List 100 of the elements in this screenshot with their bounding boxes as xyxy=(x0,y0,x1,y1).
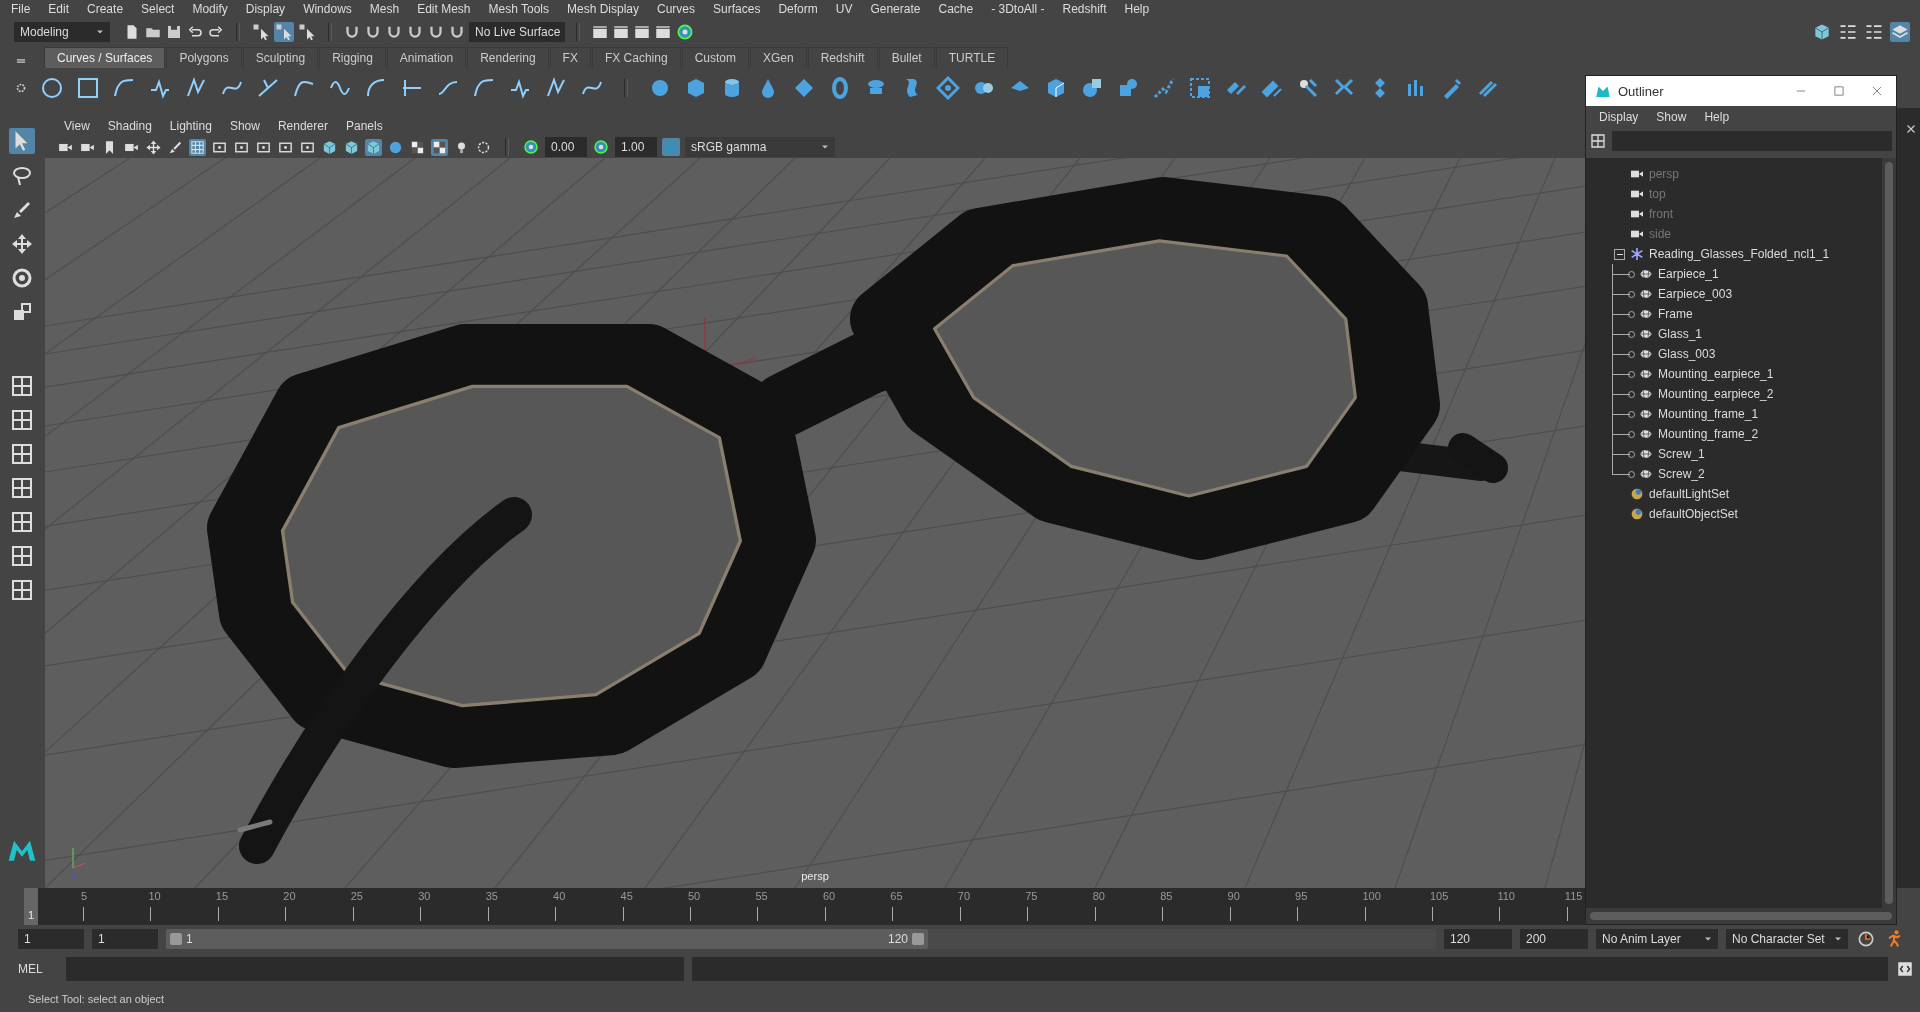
shelf-tab[interactable]: FX xyxy=(549,47,591,68)
menu-item[interactable]: Select xyxy=(132,1,184,16)
curve-icon[interactable] xyxy=(256,76,280,100)
menu-item[interactable]: Edit Mesh xyxy=(408,1,480,16)
menu-item[interactable]: Deform xyxy=(769,1,827,16)
playback-end-field[interactable]: 120 xyxy=(1444,928,1512,949)
menu-item[interactable]: Curves xyxy=(648,1,705,16)
shelf-tab[interactable]: FX Caching xyxy=(591,47,681,68)
shelf-tab[interactable]: Rigging xyxy=(319,47,386,68)
character-set-dropdown[interactable]: No Character Set xyxy=(1726,928,1848,949)
lasso-icon[interactable] xyxy=(10,164,34,188)
outliner-item[interactable]: Glass_1 xyxy=(1658,327,1703,341)
current-frame-marker[interactable]: 1 xyxy=(24,888,38,925)
shelf-tab[interactable]: Curves / Surfaces xyxy=(44,47,166,68)
shelf-tab[interactable]: TURTLE xyxy=(935,47,1009,68)
range-slider-fill[interactable] xyxy=(166,928,928,949)
outliner-item[interactable]: Mounting_earpiece_1 xyxy=(1658,367,1774,381)
outliner-item[interactable]: Earpiece_003 xyxy=(1658,287,1733,301)
command-language-label[interactable]: MEL xyxy=(18,962,58,976)
expand-toggle[interactable] xyxy=(1614,248,1625,260)
menu-item[interactable]: - 3DtoAll - xyxy=(982,1,1054,16)
layout-icon[interactable] xyxy=(10,374,34,398)
range-slider-track[interactable]: 1 120 xyxy=(166,928,1436,949)
layout-icon[interactable] xyxy=(10,510,34,534)
horizontal-scrollbar[interactable] xyxy=(1586,908,1896,924)
cube-icon[interactable] xyxy=(365,138,382,156)
layout-icon[interactable] xyxy=(10,578,34,602)
outliner-item[interactable]: Screw_2 xyxy=(1658,467,1705,481)
cube-icon[interactable] xyxy=(343,138,360,156)
menu-item[interactable]: Surfaces xyxy=(704,1,770,16)
outliner-item[interactable]: Glass_003 xyxy=(1658,347,1716,361)
menu-item[interactable]: Show xyxy=(1647,110,1696,124)
color-space-dropdown[interactable]: sRGB gamma xyxy=(685,137,835,157)
menu-item[interactable]: Help xyxy=(1115,1,1159,16)
menu-item[interactable]: Mesh Tools xyxy=(479,1,558,16)
shelf-tab[interactable]: Bullet xyxy=(878,47,935,68)
layout-icon[interactable] xyxy=(10,544,34,568)
outliner-item[interactable]: Reading_Glasses_Folded_ncl1_1 xyxy=(1649,247,1830,261)
menu-item[interactable]: Mesh Display xyxy=(558,1,649,16)
outliner-item[interactable]: Mounting_frame_2 xyxy=(1658,427,1759,441)
panel-menu[interactable]: Lighting xyxy=(160,119,221,133)
shelf-tab[interactable]: Animation xyxy=(386,47,467,68)
cube-icon[interactable] xyxy=(321,138,338,156)
panel-menu[interactable]: Renderer xyxy=(268,119,337,133)
shelf-tab[interactable]: Sculpting xyxy=(242,47,319,68)
shelf-tab[interactable]: Rendering xyxy=(467,47,549,68)
outliner-item[interactable]: Earpiece_1 xyxy=(1658,267,1719,281)
outliner-item[interactable]: defaultLightSet xyxy=(1649,487,1730,501)
menu-item[interactable]: Cache xyxy=(929,1,983,16)
layout-icon[interactable] xyxy=(10,476,34,500)
menu-item[interactable]: UV xyxy=(826,1,862,16)
panel-menu[interactable]: View xyxy=(55,119,99,133)
menu-item[interactable]: Edit xyxy=(39,1,79,16)
panel-menu[interactable]: Show xyxy=(220,119,269,133)
outliner-item[interactable]: Frame xyxy=(1658,307,1693,321)
time-ruler[interactable]: 1 5 10 15 20 25 30 35 40 45 50 55 60 65 70 75 80 85 90 95 100 105 110 115 xyxy=(24,888,1586,925)
vertical-scrollbar[interactable] xyxy=(1882,158,1896,908)
diamond-icon[interactable] xyxy=(936,76,960,100)
move-icon[interactable] xyxy=(10,232,34,256)
shelf-tab[interactable]: XGen xyxy=(749,47,807,68)
menu-item[interactable]: Mesh xyxy=(360,1,409,16)
live-surface-field[interactable]: No Live Surface xyxy=(469,21,565,42)
playback-start-field[interactable]: 1 xyxy=(92,928,158,949)
outliner-item[interactable]: Mounting_earpiece_2 xyxy=(1658,387,1774,401)
command-input[interactable] xyxy=(66,957,684,981)
settings-icon[interactable] xyxy=(14,81,28,95)
sphere-cube-icon[interactable] xyxy=(1080,76,1104,100)
path-icon[interactable] xyxy=(1152,76,1176,100)
shelf-tab[interactable]: Custom xyxy=(681,47,749,68)
move-icon[interactable] xyxy=(145,138,162,156)
start-frame-field[interactable]: 1 xyxy=(18,928,84,949)
exposure-field[interactable]: 0.00 xyxy=(545,137,587,157)
gamma-field[interactable]: 1.00 xyxy=(615,137,657,157)
grid-icon[interactable] xyxy=(189,138,206,156)
color-management-icon[interactable] xyxy=(662,138,680,156)
square-icon[interactable] xyxy=(1188,76,1212,100)
menu-item[interactable]: File xyxy=(2,1,40,16)
mode-dropdown[interactable]: Modeling xyxy=(14,21,110,42)
shelf-tab[interactable]: Polygons xyxy=(166,47,242,68)
menu-item[interactable]: Redshift xyxy=(1053,1,1116,16)
menu-item[interactable]: Display xyxy=(1590,110,1648,124)
rotate-icon[interactable] xyxy=(10,266,34,290)
layout-icon[interactable] xyxy=(10,408,34,432)
exposure-icon[interactable] xyxy=(522,138,540,156)
menu-item[interactable]: Create xyxy=(78,1,133,16)
layout-icon[interactable] xyxy=(10,442,34,466)
menu-item[interactable]: Display xyxy=(236,1,295,16)
menu-item[interactable]: Modify xyxy=(183,1,237,16)
panel-menu[interactable]: Shading xyxy=(98,119,161,133)
menu-item[interactable]: Generate xyxy=(861,1,930,16)
outliner-item[interactable]: Mounting_frame_1 xyxy=(1658,407,1759,421)
select-object-icon[interactable] xyxy=(274,21,294,42)
end-frame-field[interactable]: 200 xyxy=(1520,928,1588,949)
square-icon[interactable] xyxy=(76,76,100,100)
circle-icon[interactable] xyxy=(40,76,64,100)
filter-icon[interactable] xyxy=(1590,133,1606,149)
menu-item[interactable]: Windows xyxy=(294,1,361,16)
outliner-item[interactable]: Screw_1 xyxy=(1658,447,1705,461)
anim-layer-dropdown[interactable]: No Anim Layer xyxy=(1596,928,1718,949)
script-editor-icon[interactable] xyxy=(1896,960,1914,978)
